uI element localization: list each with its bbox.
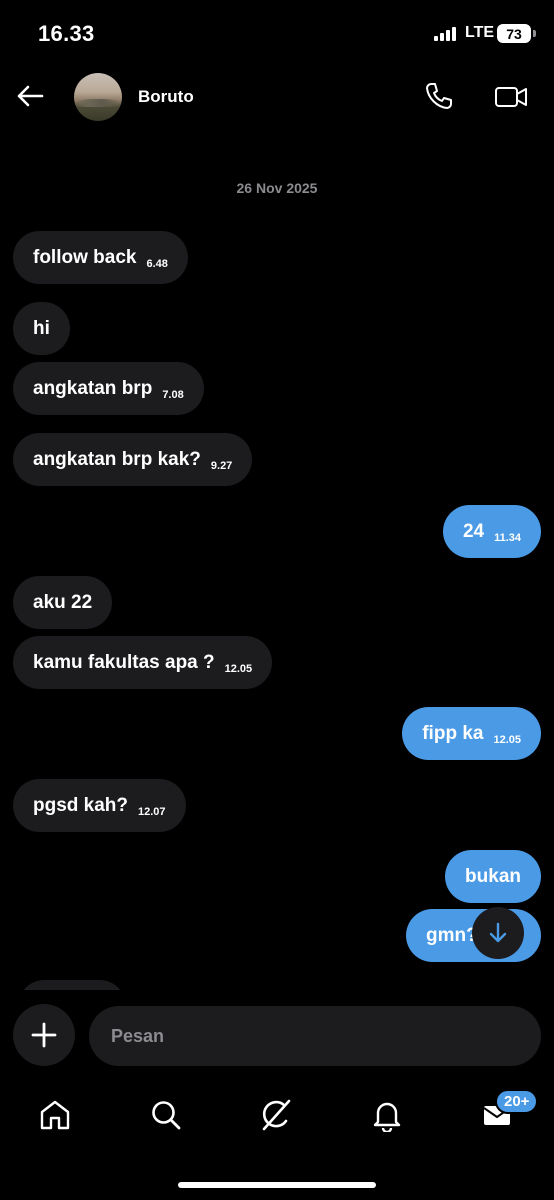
network-label: LTE (465, 24, 495, 41)
nav-home[interactable] (30, 1090, 80, 1140)
nav-notifications[interactable] (362, 1090, 412, 1140)
video-call-button[interactable] (494, 82, 528, 112)
message-time: 9.27 (210, 459, 233, 472)
message-text: angkatan brp kak? (33, 448, 201, 470)
message-bubble-incoming[interactable]: kamu fakultas apa ? 12.05 (13, 636, 273, 689)
chat-header: Boruto (0, 66, 554, 130)
arrow-left-icon (17, 85, 44, 107)
message-bubble-outgoing[interactable]: fipp ka 12.05 (402, 707, 541, 760)
message-text: gmn? (426, 924, 478, 946)
home-icon (40, 1100, 70, 1130)
video-camera-icon (495, 87, 527, 107)
message-bubble-incoming[interactable]: follow back 6.48 (13, 231, 188, 284)
phone-icon (426, 83, 452, 109)
message-time: 11.34 (494, 531, 521, 544)
battery-icon: 73 (497, 24, 531, 43)
message-time: 12.07 (138, 805, 166, 818)
status-time: 16.33 (38, 21, 95, 46)
message-bubble-incoming[interactable]: aku 22 (13, 576, 113, 629)
message-text: aku 22 (33, 591, 93, 613)
message-text: hi (33, 317, 50, 339)
message-text: kamu fakultas apa ? (33, 651, 215, 673)
message-input[interactable] (89, 1006, 541, 1066)
message-text: fipp ka (422, 722, 484, 744)
message-list[interactable]: follow back 6.48 hi angkatan brp 7.08 an… (0, 200, 554, 990)
signal-icon (434, 27, 460, 41)
message-text: pgsd kah? (33, 794, 129, 816)
plus-icon (31, 1022, 57, 1048)
battery-cap (533, 30, 536, 37)
date-separator: 26 Nov 2025 (236, 180, 318, 196)
add-attachment-button[interactable] (13, 1004, 75, 1066)
message-text: 24 (462, 520, 485, 542)
message-text: angkatan brp (33, 377, 153, 399)
arrow-down-icon (489, 922, 507, 943)
bell-icon (373, 1102, 401, 1132)
message-bubble-outgoing[interactable]: bukan (445, 850, 541, 903)
message-bubble-incoming[interactable]: hi (13, 302, 70, 355)
back-button[interactable] (14, 78, 46, 114)
bottom-nav (0, 1090, 554, 1140)
scroll-to-bottom-button[interactable] (472, 907, 524, 959)
message-bubble-incoming[interactable]: angkatan brp 7.08 (13, 362, 204, 415)
message-time: 7.08 (162, 388, 184, 401)
status-bar: 16.33 LTE 73 (0, 0, 554, 66)
search-icon (152, 1101, 181, 1130)
nav-grok[interactable] (251, 1090, 301, 1140)
message-bubble-incoming[interactable]: pgsd kah? 12.07 (13, 779, 186, 832)
message-bubble-incoming[interactable]: angkatan brp kak? 9.27 (13, 433, 253, 486)
nav-search[interactable] (141, 1090, 191, 1140)
message-bubble-outgoing[interactable]: 24 11.34 (442, 505, 541, 558)
home-indicator (178, 1182, 376, 1188)
grok-icon (262, 1099, 291, 1131)
avatar[interactable] (74, 73, 122, 121)
call-button[interactable] (423, 80, 455, 112)
message-time: 12.05 (224, 662, 253, 675)
message-bubble-incoming[interactable] (18, 980, 126, 990)
contact-name[interactable]: Boruto (138, 87, 194, 107)
message-text: follow back (33, 246, 137, 268)
message-time: 12.05 (493, 733, 521, 746)
message-time: 6.48 (146, 257, 168, 270)
message-text: bukan (465, 865, 521, 887)
messages-badge: 20+ (495, 1089, 539, 1114)
